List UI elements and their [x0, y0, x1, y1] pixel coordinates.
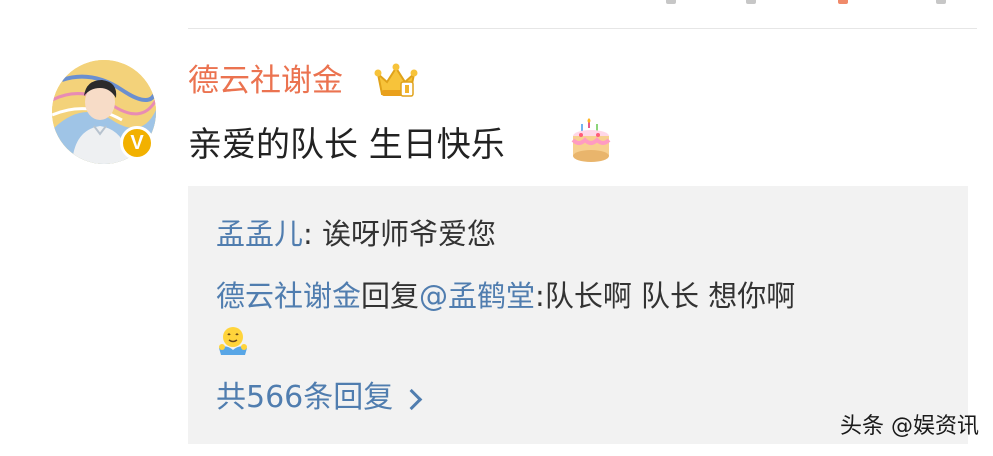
reply-item: 德云社谢金回复@孟鹤堂:队长啊 队长 想你啊 — [216, 276, 795, 316]
post-text: 亲爱的队长 生日快乐 — [188, 125, 505, 165]
reply-text: 诶呀师爷爱您 — [322, 217, 497, 251]
birthday-cake-icon — [568, 118, 614, 164]
hug-emoji-icon — [216, 326, 250, 356]
previous-item-edge — [188, 0, 977, 6]
more-replies-label: 共566条回复 — [216, 380, 394, 415]
reply-item: 孟孟儿: 诶呀师爷爱您 — [216, 214, 496, 254]
post-username[interactable]: 德云社谢金 — [188, 60, 343, 102]
reply-mention[interactable]: @孟鹤堂 — [419, 279, 535, 313]
divider — [188, 28, 977, 29]
verified-badge: V — [120, 126, 154, 160]
chevron-right-icon — [401, 388, 423, 411]
reply-username[interactable]: 孟孟儿 — [216, 217, 303, 251]
view-all-replies-link[interactable]: 共566条回复 — [216, 378, 423, 418]
reply-username[interactable]: 德云社谢金 — [216, 279, 361, 313]
reply-verb: 回复 — [361, 279, 420, 313]
crown-icon — [374, 62, 418, 100]
watermark: 头条 @娱资讯 — [840, 414, 979, 439]
reply-preview-box[interactable]: 孟孟儿: 诶呀师爷爱您 德云社谢金回复@孟鹤堂:队长啊 队长 想你啊 共566条… — [188, 186, 968, 444]
weibo-comment-page: V 德云社谢金 亲爱的队长 生日快乐 孟孟儿: 诶呀师爷爱您 德云社谢金回复@孟… — [0, 0, 993, 456]
reply-separator: : — [303, 217, 323, 251]
reply-text: :队长啊 队长 想你啊 — [535, 279, 796, 313]
